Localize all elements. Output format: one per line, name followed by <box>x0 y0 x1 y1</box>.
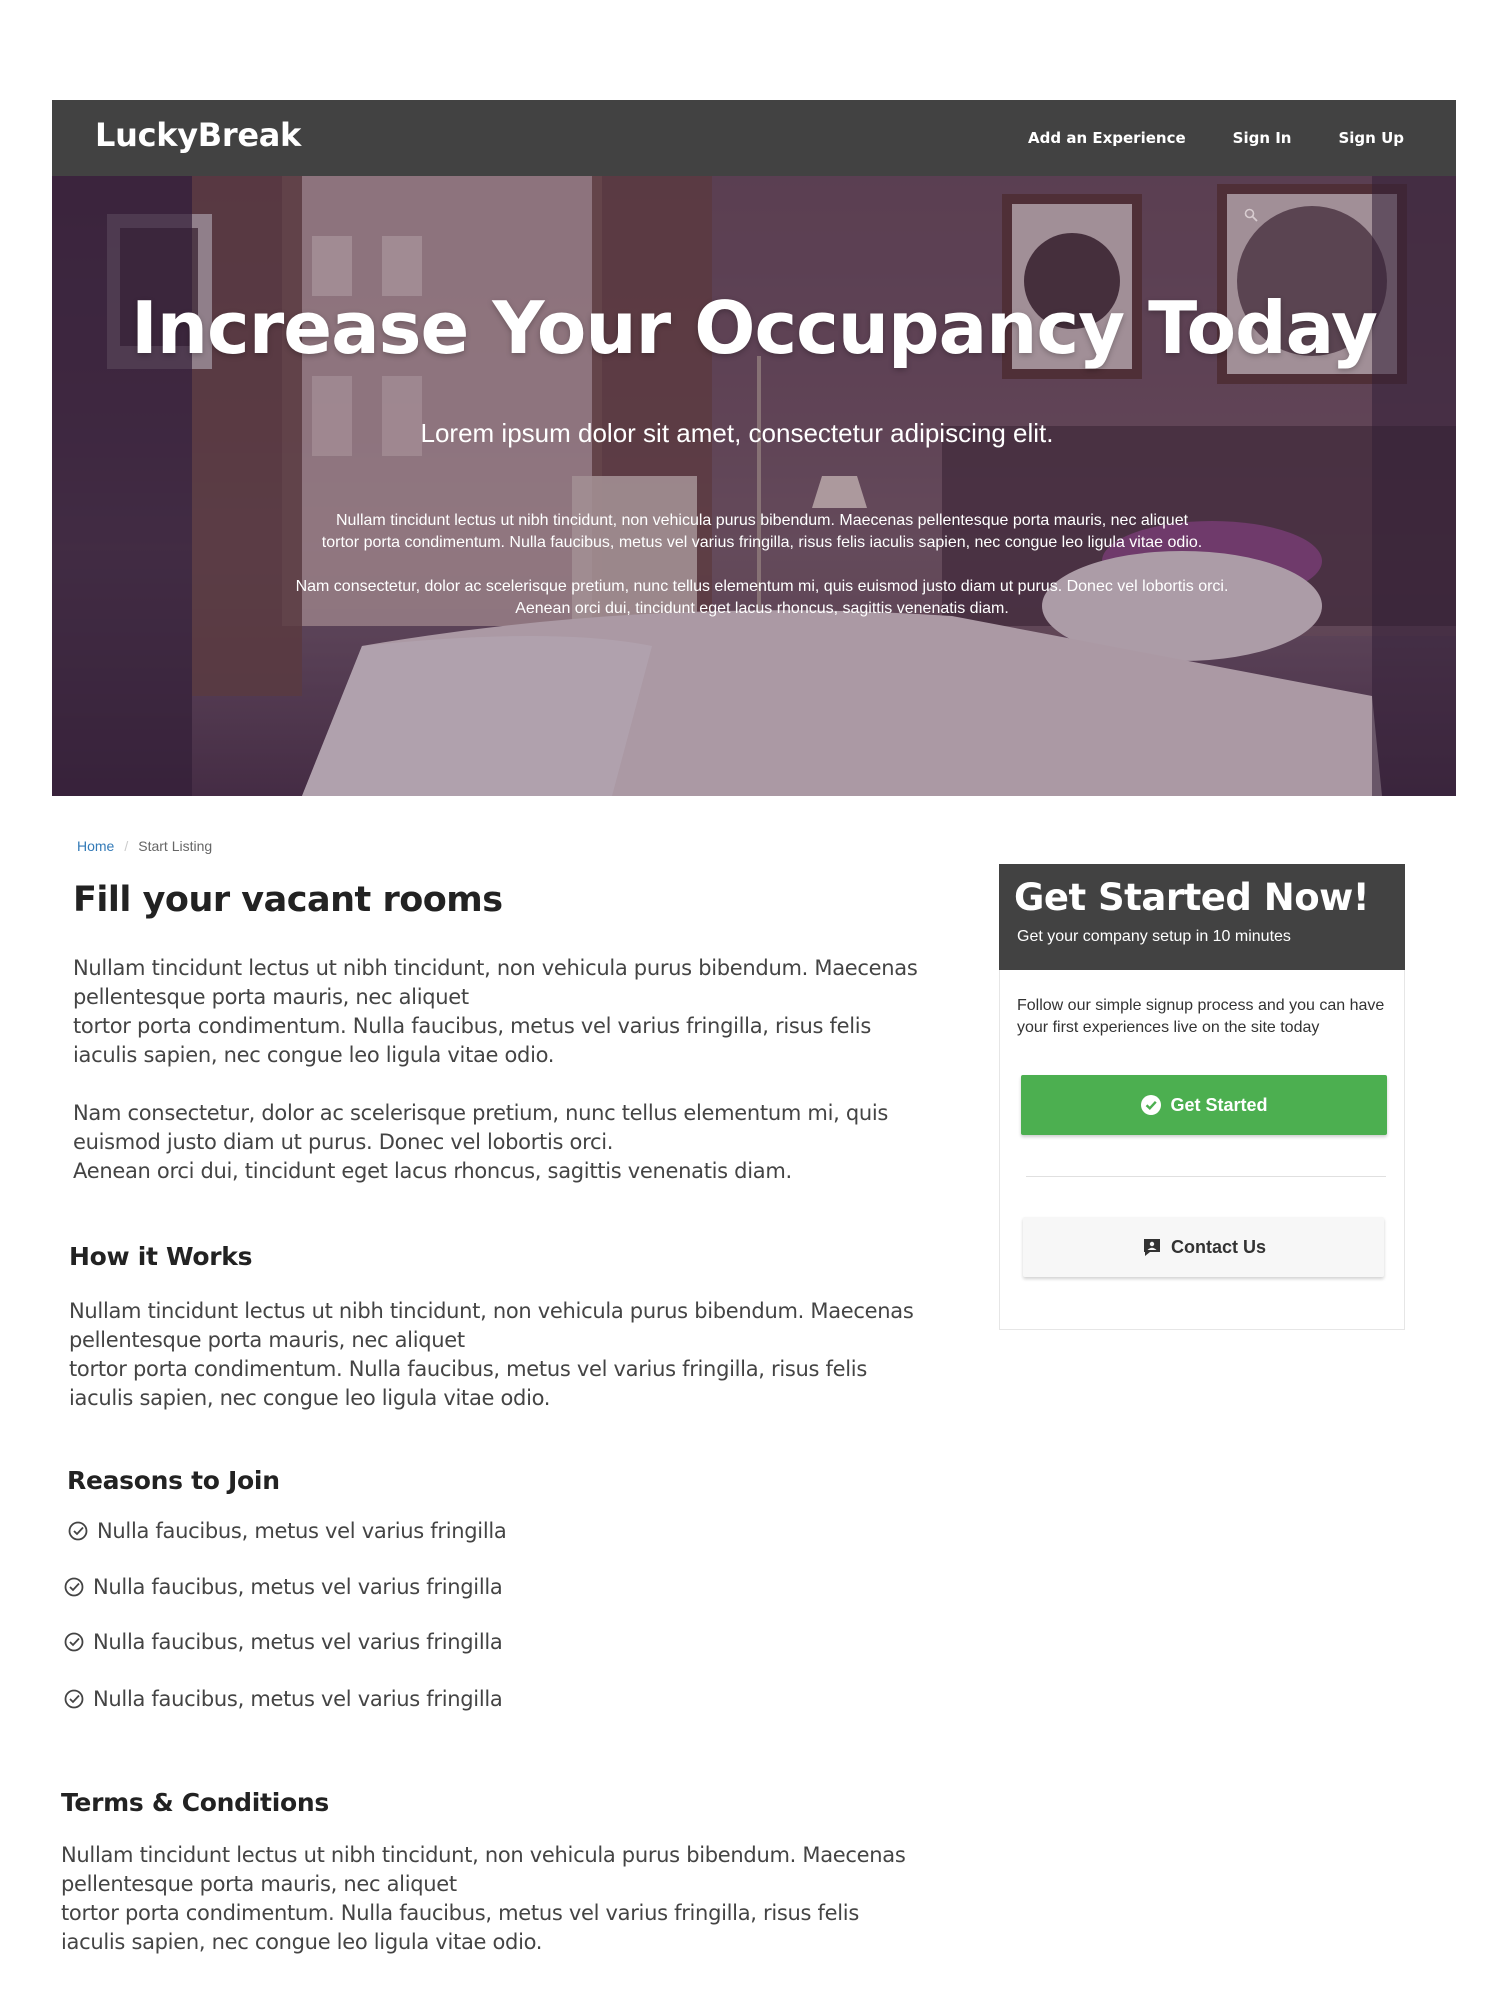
search-icon[interactable] <box>1244 208 1258 222</box>
card-header: Get Started Now! Get your company setup … <box>999 864 1405 970</box>
nav-sign-in-link[interactable]: Sign In <box>1233 129 1292 147</box>
check-circle-icon <box>1141 1095 1162 1115</box>
check-circle-outline-icon <box>68 1521 88 1541</box>
get-started-button[interactable]: Get Started <box>1021 1075 1387 1135</box>
intro-line: Nullam tincidunt lectus ut nibh tincidun… <box>73 956 918 1009</box>
nav-sign-up-link[interactable]: Sign Up <box>1338 129 1404 147</box>
reason-label: Nulla faucibus, metus vel varius fringil… <box>93 1687 503 1711</box>
terms-line: tortor porta condimentum. Nulla faucibus… <box>61 1901 859 1954</box>
hero-banner: Increase Your Occupancy Today Lorem ipsu… <box>52 176 1456 796</box>
hero-paragraph-line: Aenean orci dui, tincidunt eget lacus rh… <box>515 600 1009 617</box>
contact-us-button[interactable]: Contact Us <box>1023 1217 1384 1277</box>
page: LuckyBreak Add an Experience Sign In Sig… <box>0 0 1510 1996</box>
intro-text: Nullam tincidunt lectus ut nibh tincidun… <box>73 954 933 1186</box>
top-navbar: LuckyBreak Add an Experience Sign In Sig… <box>52 100 1456 176</box>
intro-line: Nam consectetur, dolor ac scelerisque pr… <box>73 1101 889 1154</box>
card-divider <box>1026 1176 1386 1177</box>
check-circle-outline-icon <box>64 1689 84 1709</box>
reason-item: Nulla faucibus, metus vel varius fringil… <box>63 1687 503 1711</box>
hero-paragraph-2: Nam consectetur, dolor ac scelerisque pr… <box>262 576 1262 620</box>
get-started-card: Get Started Now! Get your company setup … <box>999 864 1405 1330</box>
check-circle-outline-icon <box>64 1577 84 1597</box>
hero-subtitle: Lorem ipsum dolor sit amet, consectetur … <box>420 418 1054 448</box>
how-it-works-text: Nullam tincidunt lectus ut nibh tincidun… <box>69 1297 929 1413</box>
reasons-heading: Reasons to Join <box>67 1466 280 1495</box>
hero-paragraph-1: Nullam tincidunt lectus ut nibh tincidun… <box>262 510 1262 554</box>
reason-item: Nulla faucibus, metus vel varius fringil… <box>63 1630 503 1654</box>
reason-label: Nulla faucibus, metus vel varius fringil… <box>93 1630 503 1654</box>
nav-links: Add an Experience Sign In Sign Up <box>1028 100 1404 176</box>
intro-line: Aenean orci dui, tincidunt eget lacus rh… <box>73 1159 792 1183</box>
contact-chat-icon <box>1143 1239 1160 1256</box>
how-it-works-heading: How it Works <box>69 1242 253 1271</box>
contact-us-label: Contact Us <box>1170 1236 1266 1257</box>
breadcrumb: Home / Start Listing <box>77 838 212 854</box>
page-title: Fill your vacant rooms <box>73 880 503 920</box>
terms-heading: Terms & Conditions <box>61 1788 329 1817</box>
intro-line: tortor porta condimentum. Nulla faucibus… <box>73 1014 871 1067</box>
card-title: Get Started Now! <box>1014 876 1370 919</box>
reason-item: Nulla faucibus, metus vel varius fringil… <box>63 1575 503 1599</box>
card-description: Follow our simple signup process and you… <box>1017 997 1385 1036</box>
hero-title: Increase Your Occupancy Today <box>131 286 1378 370</box>
breadcrumb-home-link[interactable]: Home <box>77 838 114 854</box>
card-subtitle: Get your company setup in 10 minutes <box>1017 928 1291 945</box>
check-circle-outline-icon <box>64 1632 84 1652</box>
reason-item: Nulla faucibus, metus vel varius fringil… <box>67 1519 507 1543</box>
hero-paragraph-line: tortor porta condimentum. Nulla faucibus… <box>321 534 1203 551</box>
breadcrumb-current: Start Listing <box>138 838 213 854</box>
breadcrumb-separator: / <box>124 838 129 854</box>
hero-overlay <box>52 176 1456 796</box>
terms-line: Nullam tincidunt lectus ut nibh tincidun… <box>61 1843 906 1896</box>
brand-logo[interactable]: LuckyBreak <box>95 116 301 154</box>
hero-paragraph-line: Nam consectetur, dolor ac scelerisque pr… <box>295 578 1229 595</box>
reason-label: Nulla faucibus, metus vel varius fringil… <box>97 1519 507 1543</box>
get-started-label: Get Started <box>1170 1094 1268 1115</box>
reason-label: Nulla faucibus, metus vel varius fringil… <box>93 1575 503 1599</box>
hero-paragraph-line: Nullam tincidunt lectus ut nibh tincidun… <box>335 512 1189 529</box>
how-line: Nullam tincidunt lectus ut nibh tincidun… <box>69 1299 914 1352</box>
nav-add-experience-link[interactable]: Add an Experience <box>1028 129 1186 147</box>
terms-text: Nullam tincidunt lectus ut nibh tincidun… <box>61 1841 921 1957</box>
how-line: tortor porta condimentum. Nulla faucibus… <box>69 1357 867 1410</box>
